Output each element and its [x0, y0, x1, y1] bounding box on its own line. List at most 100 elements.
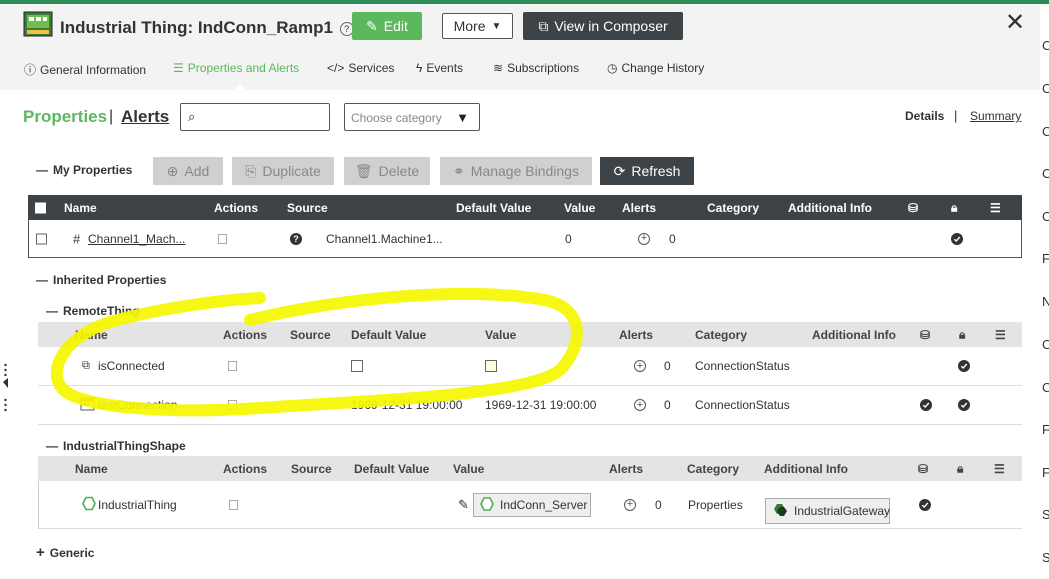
remote-thing-table-header: Name Actions Source Default Value Value … [38, 322, 1022, 347]
pencil-icon: ✎ [366, 17, 378, 34]
alerts-count: 0 [669, 231, 676, 246]
col-value[interactable]: Value [453, 462, 484, 476]
lock-icon: 🔒︎ [959, 327, 966, 341]
refresh-button[interactable]: ⟳ Refresh [600, 157, 694, 185]
add-button[interactable]: ⊕ Add [153, 157, 223, 185]
col-value[interactable]: Value [564, 201, 595, 215]
value-cell: 0 [565, 231, 572, 246]
property-name: lastConnection [98, 398, 178, 412]
list-columns-icon[interactable]: ☰ [995, 328, 1006, 342]
background-letter: C [1042, 209, 1049, 224]
industrial-thing-shape-label[interactable]: — IndustrialThingShape [46, 439, 186, 453]
col-name[interactable]: Name [64, 201, 97, 215]
list-columns-icon[interactable]: ☰ [994, 462, 1005, 476]
category-placeholder: Choose category [351, 111, 442, 125]
refresh-icon: ⟳ [613, 162, 626, 179]
collapse-icon: — [36, 163, 48, 177]
manage-bindings-button[interactable]: ⚭ Manage Bindings [440, 157, 592, 185]
view-in-composer-button[interactable]: ⧉ View in Composer [523, 12, 683, 40]
alerts-count: 0 [664, 398, 671, 412]
col-alerts[interactable]: Alerts [622, 201, 656, 215]
category-value: Properties [688, 497, 743, 512]
delete-button[interactable]: 🗑 Delete [344, 157, 430, 185]
database-icon: ⛁ [918, 461, 929, 476]
property-name: IndustrialThing [98, 497, 177, 512]
col-source[interactable]: Source [291, 462, 332, 476]
edit-button[interactable]: ✎ Edit [352, 12, 422, 40]
lock-icon: 🔒︎ [957, 461, 964, 475]
col-additional-info[interactable]: Additional Info [812, 328, 896, 342]
remote-thing-label[interactable]: — RemoteThing [46, 304, 140, 318]
generic-label[interactable]: + Generic [36, 544, 94, 561]
my-properties-table-header: Name Actions Source Default Value Value … [28, 195, 1022, 220]
category-select[interactable]: Choose category ▼ [344, 103, 480, 131]
background-letter: F [1042, 465, 1049, 480]
table-row[interactable]: lastConnection 1969-12-31 19:00:00 1969-… [38, 386, 1022, 425]
collapse-icon: — [46, 439, 58, 453]
heading-separator: | [109, 108, 114, 125]
collapse-icon: — [36, 273, 48, 287]
table-row[interactable]: # Channel1_Mach... ? Channel1.Machine1..… [28, 220, 1022, 258]
trash-icon: 🗑 [354, 162, 373, 179]
tab-properties-and-alerts[interactable]: ☰ Properties and Alerts [173, 61, 299, 75]
col-default-value[interactable]: Default Value [456, 201, 531, 215]
col-name[interactable]: Name [75, 462, 108, 476]
value-thing-chip[interactable]: IndConn_Server [473, 493, 591, 517]
search-icon: ⌕ [188, 109, 196, 124]
more-button[interactable]: More ▼ [442, 13, 513, 39]
chevron-down-icon: ▼ [456, 110, 469, 125]
my-properties-label[interactable]: — My Properties [36, 163, 132, 177]
col-additional-info[interactable]: Additional Info [788, 201, 872, 215]
tab-general-information[interactable]: ⓘ General Information [24, 61, 146, 78]
table-row[interactable]: ⧉ isConnected + 0 ConnectionStatus [38, 347, 1022, 386]
page-title: Industrial Thing: IndConn_Ramp1 ? [60, 18, 354, 38]
additional-info-chip[interactable]: IndustrialGateway [765, 498, 890, 524]
duplicate-button[interactable]: ⎘ Duplicate [232, 157, 334, 185]
col-actions[interactable]: Actions [214, 201, 258, 215]
tab-services[interactable]: </> Services [327, 61, 394, 75]
pencil-icon[interactable]: ✎ [458, 497, 469, 513]
list-columns-icon[interactable]: ☰ [990, 201, 1001, 215]
lightning-icon: ϟ [416, 61, 423, 75]
inherited-properties-label[interactable]: — Inherited Properties [36, 273, 166, 287]
col-actions[interactable]: Actions [223, 462, 267, 476]
tab-subscriptions[interactable]: ≋ Subscriptions [493, 61, 579, 75]
alerts-heading[interactable]: Alerts [121, 107, 169, 127]
background-letter: F [1042, 422, 1049, 437]
properties-heading[interactable]: Properties [23, 107, 107, 127]
col-name[interactable]: Name [75, 328, 108, 342]
col-category[interactable]: Category [707, 201, 759, 215]
col-alerts[interactable]: Alerts [619, 328, 653, 342]
remote-property-icon: ⧉ [82, 359, 90, 372]
tab-events[interactable]: ϟ Events [416, 61, 463, 75]
col-source[interactable]: Source [287, 201, 328, 215]
code-icon: </> [327, 61, 345, 75]
thing-shape-icon [82, 496, 96, 513]
value-cell: 1969-12-31 19:00:00 [485, 398, 597, 412]
background-letter: S [1042, 507, 1049, 522]
col-source[interactable]: Source [290, 328, 331, 342]
col-additional-info[interactable]: Additional Info [764, 462, 848, 476]
thing-shape-icon [480, 496, 494, 514]
col-default-value[interactable]: Default Value [351, 328, 426, 342]
property-name-link[interactable]: Channel1_Mach... [88, 232, 185, 246]
summary-link[interactable]: Summary [970, 109, 1021, 123]
col-alerts[interactable]: Alerts [609, 462, 643, 476]
copy-icon: ⎘ [245, 162, 257, 179]
resize-handle[interactable] [3, 362, 8, 414]
alerts-count: 0 [664, 359, 671, 373]
col-value[interactable]: Value [485, 328, 516, 342]
background-letter: C [1042, 38, 1049, 53]
clock-icon: ◷ [607, 61, 618, 75]
external-link-icon: ⧉ [538, 17, 549, 34]
col-category[interactable]: Category [695, 328, 747, 342]
col-category[interactable]: Category [687, 462, 739, 476]
close-icon[interactable]: ✕ [1005, 11, 1027, 35]
tab-change-history[interactable]: ◷ Change History [607, 61, 704, 75]
col-actions[interactable]: Actions [223, 328, 267, 342]
details-link[interactable]: Details [905, 109, 944, 123]
search-input[interactable]: ⌕ [180, 103, 330, 131]
col-default-value[interactable]: Default Value [354, 462, 429, 476]
additional-info-value: IndustrialGateway [794, 504, 891, 518]
chevron-down-icon: ▼ [491, 20, 502, 32]
